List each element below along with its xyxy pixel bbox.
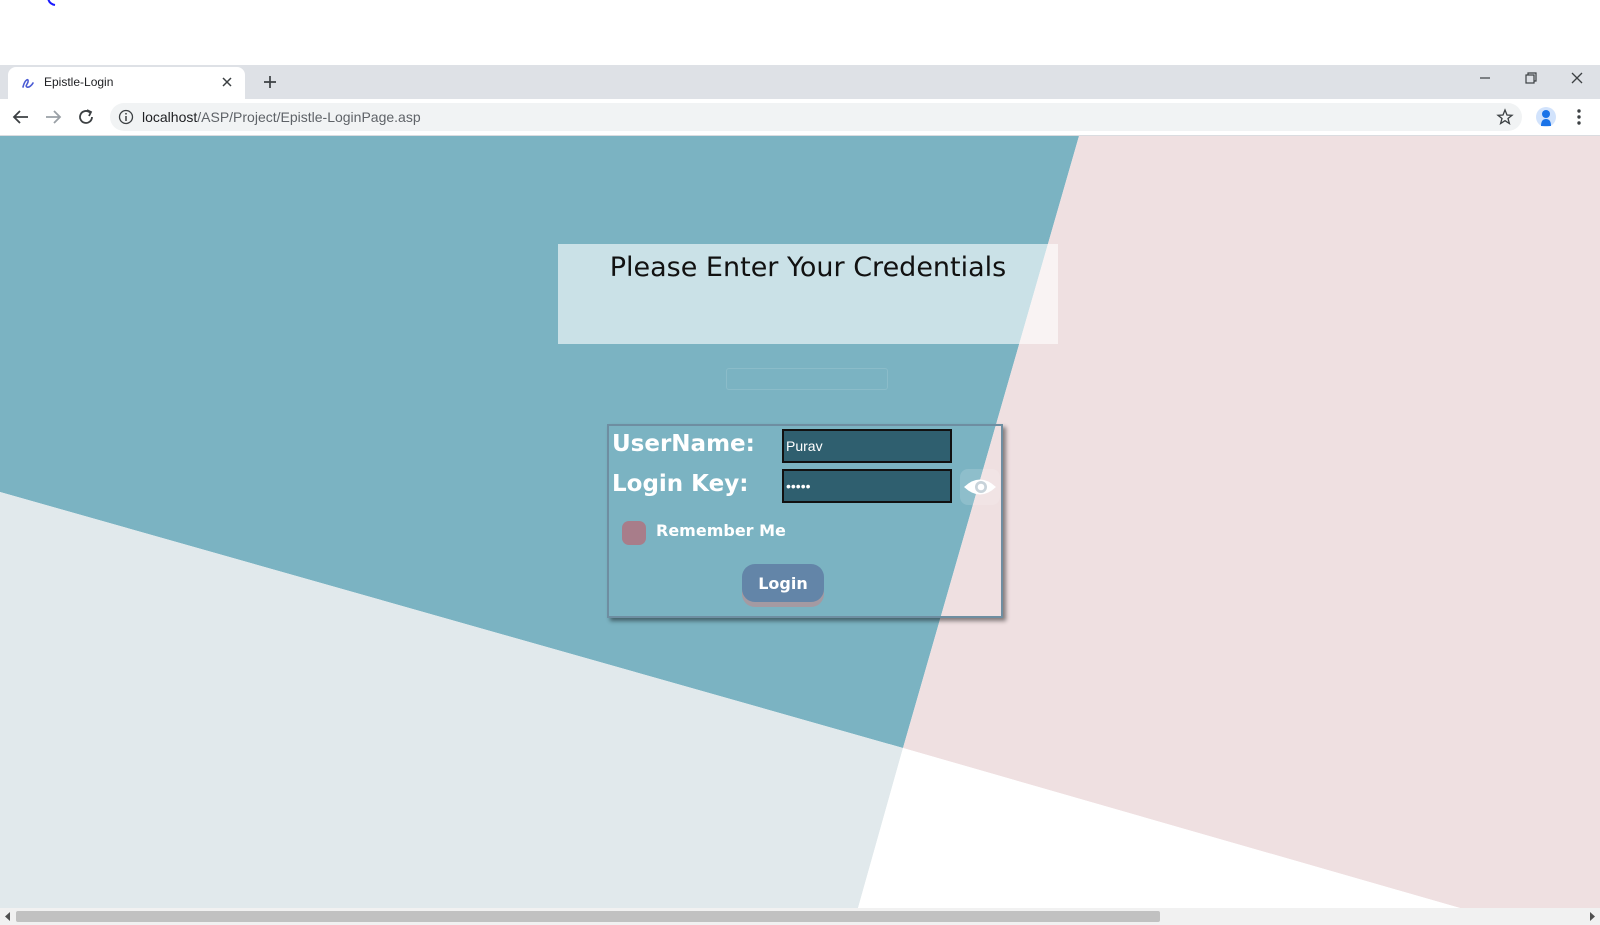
page-top-area xyxy=(0,0,1600,65)
close-icon[interactable] xyxy=(219,74,235,90)
remember-me-checkbox[interactable] xyxy=(622,521,646,545)
horizontal-scrollbar[interactable] xyxy=(0,908,1600,925)
info-icon[interactable] xyxy=(118,109,134,125)
plus-icon[interactable] xyxy=(260,72,280,92)
star-icon[interactable] xyxy=(1496,108,1514,126)
loginkey-label: Login Key: xyxy=(612,471,749,497)
page-title: Please Enter Your Credentials xyxy=(609,252,1007,283)
reload-icon[interactable] xyxy=(75,106,97,128)
loginkey-input[interactable] xyxy=(782,469,952,503)
url-text[interactable]: localhost/ASP/Project/Epistle-LoginPage.… xyxy=(142,109,421,125)
page-viewport: Please Enter Your Credentials UserName: … xyxy=(0,136,1600,908)
url-path: /ASP/Project/Epistle-LoginPage.asp xyxy=(197,109,421,125)
login-button[interactable]: Login xyxy=(742,564,824,602)
browser-toolbar: localhost/ASP/Project/Epistle-LoginPage.… xyxy=(0,99,1600,136)
scrollbar-thumb[interactable] xyxy=(16,911,1160,922)
forward-arrow-icon[interactable] xyxy=(42,106,64,128)
scroll-left-arrow-icon[interactable] xyxy=(4,912,12,921)
epistle-logo-icon xyxy=(22,78,34,88)
minimize-icon[interactable] xyxy=(1475,68,1495,88)
eye-icon xyxy=(964,479,996,495)
back-arrow-icon[interactable] xyxy=(10,106,32,128)
tab-epistle-login[interactable]: Epistle-Login xyxy=(8,67,245,99)
address-bar[interactable]: localhost/ASP/Project/Epistle-LoginPage.… xyxy=(110,103,1522,131)
scroll-right-arrow-icon[interactable] xyxy=(1588,912,1596,921)
tab-strip: Epistle-Login xyxy=(0,65,1600,99)
more-vert-icon[interactable] xyxy=(1570,106,1588,128)
profile-icon[interactable] xyxy=(1535,106,1557,128)
cursor-mark-icon xyxy=(47,0,56,6)
window-close-icon[interactable] xyxy=(1567,68,1587,88)
tab-title: Epistle-Login xyxy=(44,75,114,89)
username-input[interactable] xyxy=(782,429,952,463)
toggle-password-visibility-button[interactable] xyxy=(960,469,1000,505)
remember-me-label: Remember Me xyxy=(656,521,786,540)
url-host: localhost xyxy=(142,109,198,125)
faint-placeholder xyxy=(726,368,888,390)
restore-icon[interactable] xyxy=(1521,68,1541,88)
header-panel: Please Enter Your Credentials xyxy=(558,244,1058,344)
login-form: UserName: Login Key: Remember Me Login xyxy=(607,424,1003,618)
username-label: UserName: xyxy=(612,431,755,457)
